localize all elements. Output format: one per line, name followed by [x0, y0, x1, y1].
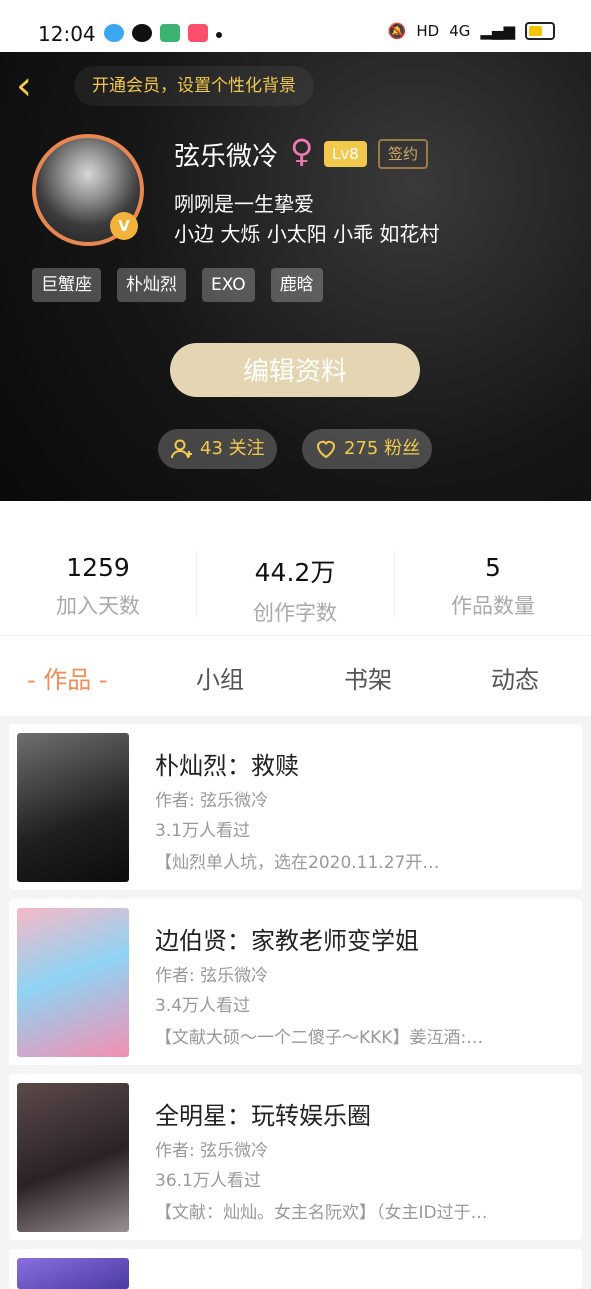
bio-line-2: 小边 大烁 小太阳 小乖 如花村 [174, 222, 440, 246]
work-title: 边伯贤：家教老师变学姐 [155, 927, 419, 955]
work-author: 作者: 弦乐微冷 [155, 1141, 269, 1161]
work-card[interactable] [9, 1249, 582, 1289]
heart-icon [316, 440, 336, 459]
signal-icon: ▂▄▆ [480, 22, 515, 40]
work-views: 3.4万人看过 [155, 996, 251, 1016]
work-title: 朴灿烈：救赎 [155, 752, 299, 780]
edit-profile-button[interactable]: 编辑资料 [170, 343, 420, 397]
work-card[interactable]: 朴灿烈：救赎 作者: 弦乐微冷 3.1万人看过 【灿烈单人坑，选在2020.11… [9, 724, 582, 890]
female-gender-icon: ♀ [290, 132, 314, 170]
cellular-label: 4G [449, 22, 471, 40]
tab-bookshelf[interactable]: 书架 [344, 660, 392, 695]
stat-value: 44.2万 [254, 558, 336, 587]
stat-label: 作品数量 [451, 594, 535, 618]
back-icon[interactable]: ‹ [16, 66, 46, 106]
tab-works[interactable]: - 作品 - [27, 660, 108, 695]
profile-header: ‹ 开通会员，设置个性化背景 V 弦乐微冷 ♀ Lv8 签约 咧咧是一生挚爱 小… [0, 52, 591, 501]
tab-groups[interactable]: 小组 [196, 660, 244, 695]
more-notifications-icon [216, 32, 222, 38]
app-notification-icon [160, 24, 180, 42]
tag-item[interactable]: 鹿晗 [270, 268, 323, 302]
wechat-icon [132, 24, 152, 42]
tab-activity[interactable]: 动态 [491, 660, 539, 695]
work-card[interactable]: 全明星：玩转娱乐圈 作者: 弦乐微冷 36.1万人看过 【文献：灿灿。女主名阮欢… [9, 1074, 582, 1240]
battery-icon [525, 22, 555, 40]
status-time: 12:04 [38, 22, 96, 46]
stats-bar: 1259 加入天数 44.2万 创作字数 5 作品数量 [0, 501, 591, 635]
app-notification-icon-2 [188, 24, 208, 42]
tag-item[interactable]: 巨蟹座 [32, 268, 101, 302]
fans-count: 275 粉丝 [344, 438, 421, 459]
user-add-icon [171, 439, 192, 459]
following-button[interactable]: 43 关注 [158, 429, 277, 469]
book-cover [17, 908, 129, 1057]
stat-label: 创作字数 [253, 601, 337, 625]
username: 弦乐微冷 [174, 142, 279, 172]
tab-bar: - 作品 - 小组 书架 动态 [0, 635, 591, 716]
stat-join-days: 1259 加入天数 [0, 553, 196, 620]
book-cover [17, 1083, 129, 1232]
work-title: 全明星：玩转娱乐圈 [155, 1102, 371, 1130]
level-badge: Lv8 [324, 141, 367, 167]
stat-work-count: 5 作品数量 [395, 553, 591, 620]
work-author: 作者: 弦乐微冷 [155, 966, 269, 986]
stat-label: 加入天数 [56, 594, 140, 618]
stat-value: 1259 [66, 553, 130, 582]
tag-item[interactable]: 朴灿烈 [117, 268, 186, 302]
work-description: 【文献：灿灿。女主名阮欢】（女主ID过于… [155, 1203, 488, 1223]
work-card[interactable]: 边伯贤：家教老师变学姐 作者: 弦乐微冷 3.4万人看过 【文献大硕～一个二傻子… [9, 899, 582, 1065]
work-author: 作者: 弦乐微冷 [155, 791, 269, 811]
stat-value: 5 [485, 553, 501, 582]
work-description: 【灿烈单人坑，选在2020.11.27开… [155, 853, 440, 873]
book-cover [17, 1258, 129, 1289]
verified-badge: V [110, 212, 138, 240]
work-description: 【文献大硕～一个二傻子～KKK】姜沍酒:… [155, 1028, 484, 1048]
fans-button[interactable]: 275 粉丝 [302, 429, 433, 469]
status-bar: 12:04 🔕 HD 4G ▂▄▆ [0, 0, 591, 52]
book-cover [17, 733, 129, 882]
vip-background-banner[interactable]: 开通会员，设置个性化背景 [74, 66, 314, 106]
network-label: HD [416, 22, 440, 40]
following-count: 43 关注 [200, 438, 265, 459]
signed-badge: 签约 [378, 139, 429, 169]
tag-item[interactable]: EXO [202, 268, 255, 302]
mute-icon: 🔕 [387, 22, 407, 40]
work-views: 3.1万人看过 [155, 821, 251, 841]
qq-icon [104, 24, 124, 42]
tag-list: 巨蟹座 朴灿烈 EXO 鹿晗 [32, 268, 323, 302]
work-views: 36.1万人看过 [155, 1171, 261, 1191]
stat-word-count: 44.2万 创作字数 [197, 553, 393, 627]
bio-line-1: 咧咧是一生挚爱 [174, 192, 314, 216]
